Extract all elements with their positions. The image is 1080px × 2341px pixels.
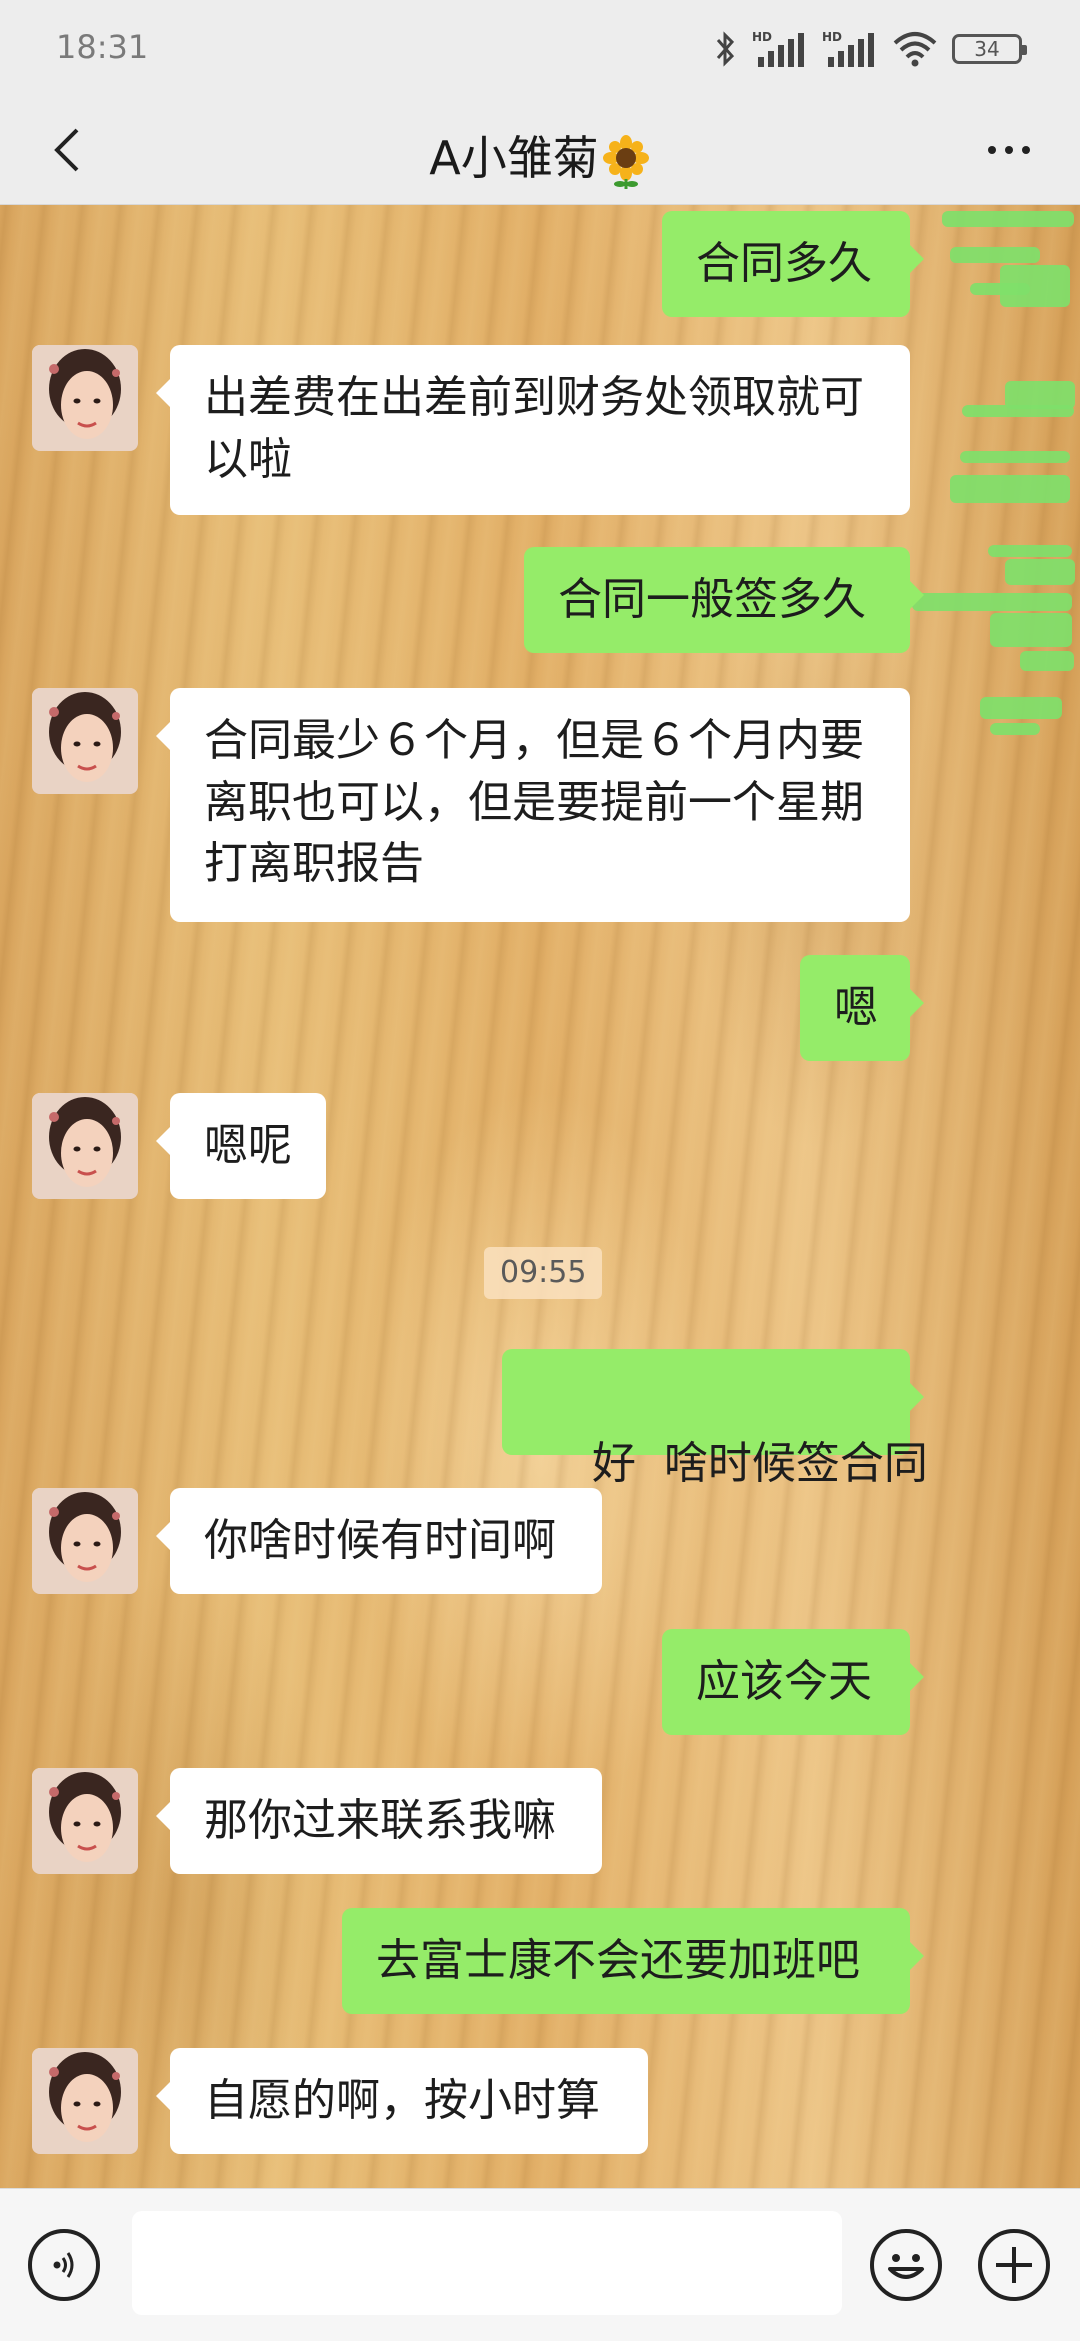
bluetooth-icon bbox=[716, 31, 735, 67]
sunflower-icon bbox=[602, 134, 649, 189]
avatar-image bbox=[32, 1093, 138, 1199]
redaction-scribble bbox=[980, 697, 1062, 719]
message-text: 那你过来联系我嘛 bbox=[204, 1795, 556, 1846]
avatar-image bbox=[32, 688, 138, 794]
message-text: 你啥时候有时间啊 bbox=[204, 1515, 556, 1566]
message-text: 好 啥时候签合同 bbox=[591, 1437, 928, 1489]
chat-title: A小雏菊 bbox=[0, 122, 1080, 189]
outgoing-message[interactable]: 嗯 bbox=[800, 955, 924, 1061]
contact-avatar[interactable] bbox=[32, 1768, 138, 1874]
plus-icon bbox=[996, 2247, 1032, 2283]
status-bar: 18:31 HD HD 34 bbox=[0, 0, 1080, 96]
contact-avatar[interactable] bbox=[32, 688, 138, 794]
redaction-scribble bbox=[960, 451, 1070, 463]
battery-level: 34 bbox=[974, 37, 1000, 61]
wifi-icon bbox=[893, 32, 937, 67]
message-text: 合同最少６个月，但是６个月内要离职也可以，但是要提前一个星期打离职报告 bbox=[204, 715, 864, 890]
contact-avatar[interactable] bbox=[32, 1488, 138, 1594]
message-text: 出差费在出差前到财务处领取就可以啦 bbox=[204, 372, 864, 485]
redaction-scribble bbox=[950, 247, 1040, 263]
redaction-scribble bbox=[990, 723, 1040, 735]
voice-button[interactable] bbox=[28, 2229, 100, 2301]
avatar-image bbox=[32, 1768, 138, 1874]
chat-header: A小雏菊 bbox=[0, 96, 1080, 205]
contact-avatar[interactable] bbox=[32, 2048, 138, 2154]
hd-signal-icon: HD bbox=[822, 30, 874, 67]
redaction-scribble bbox=[990, 613, 1072, 647]
status-time: 18:31 bbox=[56, 28, 149, 66]
message-text: 合同一般签多久 bbox=[558, 574, 866, 625]
svg-text:HD: HD bbox=[752, 30, 772, 44]
more-dots-icon bbox=[988, 146, 996, 154]
message-timestamp: 09:55 bbox=[484, 1247, 603, 1299]
battery-icon: 34 bbox=[952, 34, 1027, 64]
contact-avatar[interactable] bbox=[32, 345, 138, 451]
redaction-scribble bbox=[1005, 559, 1075, 585]
emoji-button[interactable] bbox=[870, 2229, 942, 2301]
outgoing-message[interactable]: 去富士康不会还要加班吧 bbox=[342, 1908, 924, 2014]
outgoing-message[interactable]: 合同一般签多久 bbox=[524, 547, 924, 653]
redaction-scribble bbox=[912, 593, 1072, 611]
message-text: 合同多久 bbox=[696, 238, 872, 289]
message-input[interactable] bbox=[132, 2211, 842, 2315]
message-text: 嗯呢 bbox=[204, 1120, 292, 1171]
incoming-message[interactable]: 嗯呢 bbox=[156, 1093, 326, 1199]
redaction-scribble bbox=[1020, 651, 1074, 671]
more-options-button[interactable] bbox=[966, 114, 1052, 186]
redaction-scribble bbox=[970, 283, 1030, 295]
contact-avatar[interactable] bbox=[32, 1093, 138, 1199]
input-bar bbox=[0, 2188, 1080, 2341]
message-text: 去富士康不会还要加班吧 bbox=[376, 1935, 860, 1986]
status-icons: HD HD 34 bbox=[714, 24, 1027, 74]
avatar-image bbox=[32, 1488, 138, 1594]
voice-icon bbox=[53, 2252, 74, 2278]
message-text: 自愿的啊，按小时算 bbox=[204, 2075, 600, 2126]
emoji-icon bbox=[888, 2254, 924, 2279]
avatar-image bbox=[32, 345, 138, 451]
incoming-message[interactable]: 你啥时候有时间啊 bbox=[156, 1488, 602, 1594]
redaction-scribble bbox=[988, 545, 1072, 557]
redaction-scribble bbox=[950, 475, 1070, 503]
outgoing-message[interactable]: 好 啥时候签合同 bbox=[502, 1349, 928, 1489]
contact-name: A小雏菊 bbox=[429, 131, 599, 185]
incoming-message[interactable]: 出差费在出差前到财务处领取就可以啦 bbox=[156, 345, 910, 515]
message-text: 嗯 bbox=[834, 982, 878, 1033]
more-functions-button[interactable] bbox=[978, 2229, 1050, 2301]
avatar-image bbox=[32, 2048, 138, 2154]
outgoing-message[interactable]: 应该今天 bbox=[662, 1629, 924, 1735]
incoming-message[interactable]: 那你过来联系我嘛 bbox=[156, 1768, 602, 1874]
incoming-message[interactable]: 自愿的啊，按小时算 bbox=[156, 2048, 648, 2154]
message-text: 应该今天 bbox=[696, 1656, 872, 1707]
chat-message-list[interactable]: 合同多久 出差费在出差前到财务处领取就可以啦 合同一般签多久 合同最少６个月，但… bbox=[0, 205, 1080, 2188]
outgoing-message[interactable]: 合同多久 bbox=[662, 211, 924, 317]
redaction-scribble bbox=[942, 211, 1074, 227]
incoming-message[interactable]: 合同最少６个月，但是６个月内要离职也可以，但是要提前一个星期打离职报告 bbox=[156, 688, 910, 922]
hd-signal-icon: HD bbox=[752, 30, 804, 67]
svg-text:HD: HD bbox=[822, 30, 842, 44]
redaction-scribble bbox=[962, 405, 1074, 417]
